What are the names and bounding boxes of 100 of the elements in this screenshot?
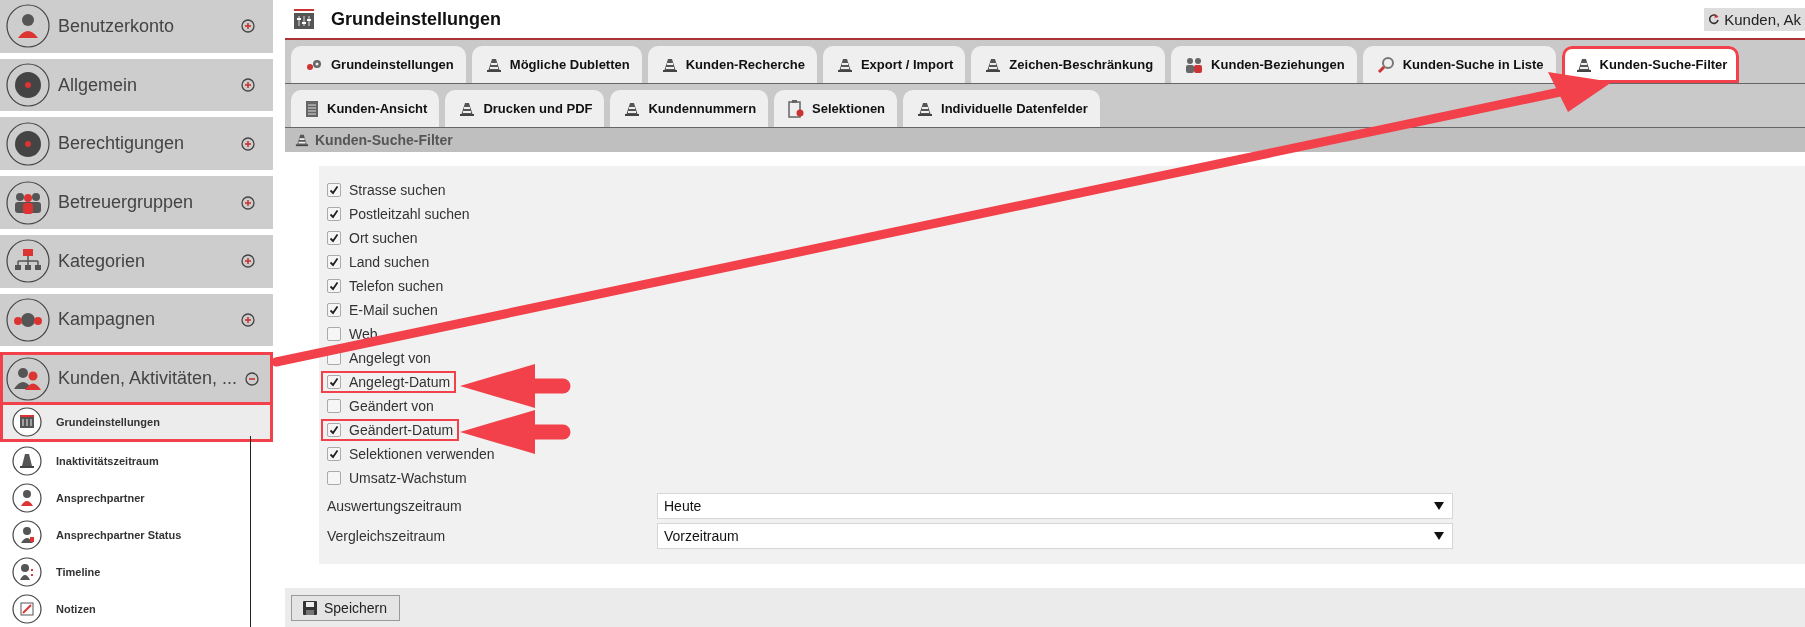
search-icon (1376, 55, 1395, 74)
tab[interactable]: Kunden-Suche-Filter (1561, 46, 1740, 83)
expand-icon[interactable] (241, 312, 255, 327)
sidebar-item[interactable]: Kampagnen (0, 293, 273, 347)
sidebar-item[interactable]: Kategorien (0, 234, 273, 288)
cone-icon (624, 100, 641, 117)
person-icon (12, 556, 42, 587)
cone-icon (836, 56, 853, 73)
person-icon (6, 4, 50, 49)
checkbox[interactable] (327, 255, 341, 269)
checkbox[interactable] (327, 447, 341, 461)
clipboard-icon (788, 99, 805, 118)
checkbox-label: Ort suchen (349, 230, 418, 246)
cone-icon (12, 445, 42, 476)
save-icon (302, 599, 318, 616)
disc-icon (6, 121, 50, 166)
checkbox-label: Selektionen verwenden (349, 446, 495, 462)
select-field[interactable]: Heute (657, 493, 1453, 519)
tab[interactable]: Grundeinstellungen (291, 46, 466, 83)
sidebar-item[interactable]: Kunden, Aktivitäten, ... (0, 352, 273, 406)
checkbox-label: Postleitzahl suchen (349, 206, 470, 222)
settings-icon (293, 9, 315, 29)
cone-icon (1575, 56, 1592, 73)
sidebar-label: Kunden, Aktivitäten, ... (58, 368, 238, 390)
checkbox[interactable] (327, 375, 341, 389)
sidebar-label: Kampagnen (58, 309, 157, 331)
sidebar-label: Allgemein (58, 74, 139, 96)
expand-icon[interactable] (241, 136, 255, 151)
checkbox-label: Angelegt von (349, 350, 431, 366)
sidebar-label: Benutzerkonto (58, 15, 176, 37)
field-label: Vergleichszeitraum (327, 528, 447, 544)
submenu-item[interactable]: Ansprechpartner Status (0, 516, 273, 554)
sidebar-item[interactable]: Betreuergruppen (0, 176, 273, 229)
tab[interactable]: Export / Import (822, 46, 966, 83)
submenu-item[interactable]: Timeline (0, 553, 273, 591)
tab[interactable]: Kunden-Recherche (647, 46, 817, 83)
checkbox[interactable] (327, 327, 341, 341)
tab[interactable]: Kunden-Beziehungen (1171, 46, 1357, 83)
checkbox[interactable] (327, 231, 341, 245)
sidebar-item[interactable]: Allgemein (0, 58, 273, 112)
sidebar-label: Kategorien (58, 250, 147, 272)
tab[interactable]: Kunden-Suche in Liste (1362, 46, 1556, 83)
tab[interactable]: Selektionen (774, 90, 898, 127)
refresh-icon (1708, 13, 1721, 25)
checkbox-label: Umsatz-Wachstum (349, 470, 467, 486)
select-field[interactable]: Vorzeitraum (657, 523, 1453, 549)
checkbox[interactable] (327, 471, 341, 485)
document-icon (305, 99, 319, 118)
sidebar-item[interactable]: Berechtigungen (0, 117, 273, 171)
group-icon (6, 180, 50, 225)
tab[interactable]: Kundennummern (610, 90, 769, 127)
checkbox[interactable] (327, 303, 341, 317)
submenu-item[interactable]: Notizen (0, 590, 273, 627)
checkbox[interactable] (327, 399, 341, 413)
field-label: Auswertungszeitraum (327, 498, 463, 514)
tab[interactable]: Mögliche Dubletten (471, 46, 642, 83)
collapse-icon[interactable] (245, 371, 260, 386)
sidebar-label: Betreuergruppen (58, 192, 195, 213)
cone-icon (459, 100, 476, 117)
checkbox-label: Geändert-Datum (349, 422, 454, 438)
expand-icon[interactable] (241, 254, 255, 269)
tab[interactable]: Individuelle Datenfelder (903, 90, 1100, 127)
gauge-icon (6, 297, 50, 342)
cone-icon (917, 100, 934, 117)
save-button[interactable]: Speichern (291, 594, 401, 621)
expand-icon[interactable] (241, 78, 255, 93)
section-title: Kunden-Suche-Filter (315, 132, 453, 148)
submenu-item[interactable]: Inaktivitätszeitraum (0, 442, 273, 480)
person-icon (12, 519, 42, 550)
cone-icon (985, 56, 1002, 73)
tab[interactable]: Drucken und PDF (445, 90, 605, 127)
submenu-item[interactable]: Ansprechpartner (0, 479, 273, 517)
tab[interactable]: Zeichen-Beschränkung (971, 46, 1166, 83)
gear-icon (305, 57, 323, 72)
page-title: Grundeinstellungen (331, 8, 501, 30)
sidebar-item[interactable]: Benutzerkonto (0, 0, 273, 53)
people-icon (6, 356, 50, 401)
note-icon (12, 593, 42, 624)
checkbox[interactable] (327, 207, 341, 221)
disc-icon (6, 63, 50, 108)
checkbox[interactable] (327, 423, 341, 437)
checkbox[interactable] (327, 183, 341, 197)
hierarchy-icon (6, 239, 50, 284)
checkbox-label: Strasse suchen (349, 182, 446, 198)
tab[interactable]: Kunden-Ansicht (291, 90, 440, 127)
cone-icon (661, 56, 678, 73)
cone-icon (295, 133, 309, 147)
caret-icon (1434, 532, 1444, 540)
submenu-item[interactable]: Grundeinstellungen (0, 405, 273, 443)
checkbox-label: Geändert von (349, 398, 434, 414)
context-button[interactable]: Kunden, Ak (1704, 7, 1805, 31)
cone-icon (485, 56, 502, 73)
expand-icon[interactable] (241, 195, 255, 210)
settings-icon (12, 407, 42, 438)
expand-icon[interactable] (241, 19, 255, 34)
sidebar-label: Berechtigungen (58, 133, 186, 155)
checkbox[interactable] (327, 279, 341, 293)
people-icon (1185, 56, 1204, 73)
person-icon (12, 482, 42, 513)
checkbox-label: Telefon suchen (349, 278, 444, 294)
